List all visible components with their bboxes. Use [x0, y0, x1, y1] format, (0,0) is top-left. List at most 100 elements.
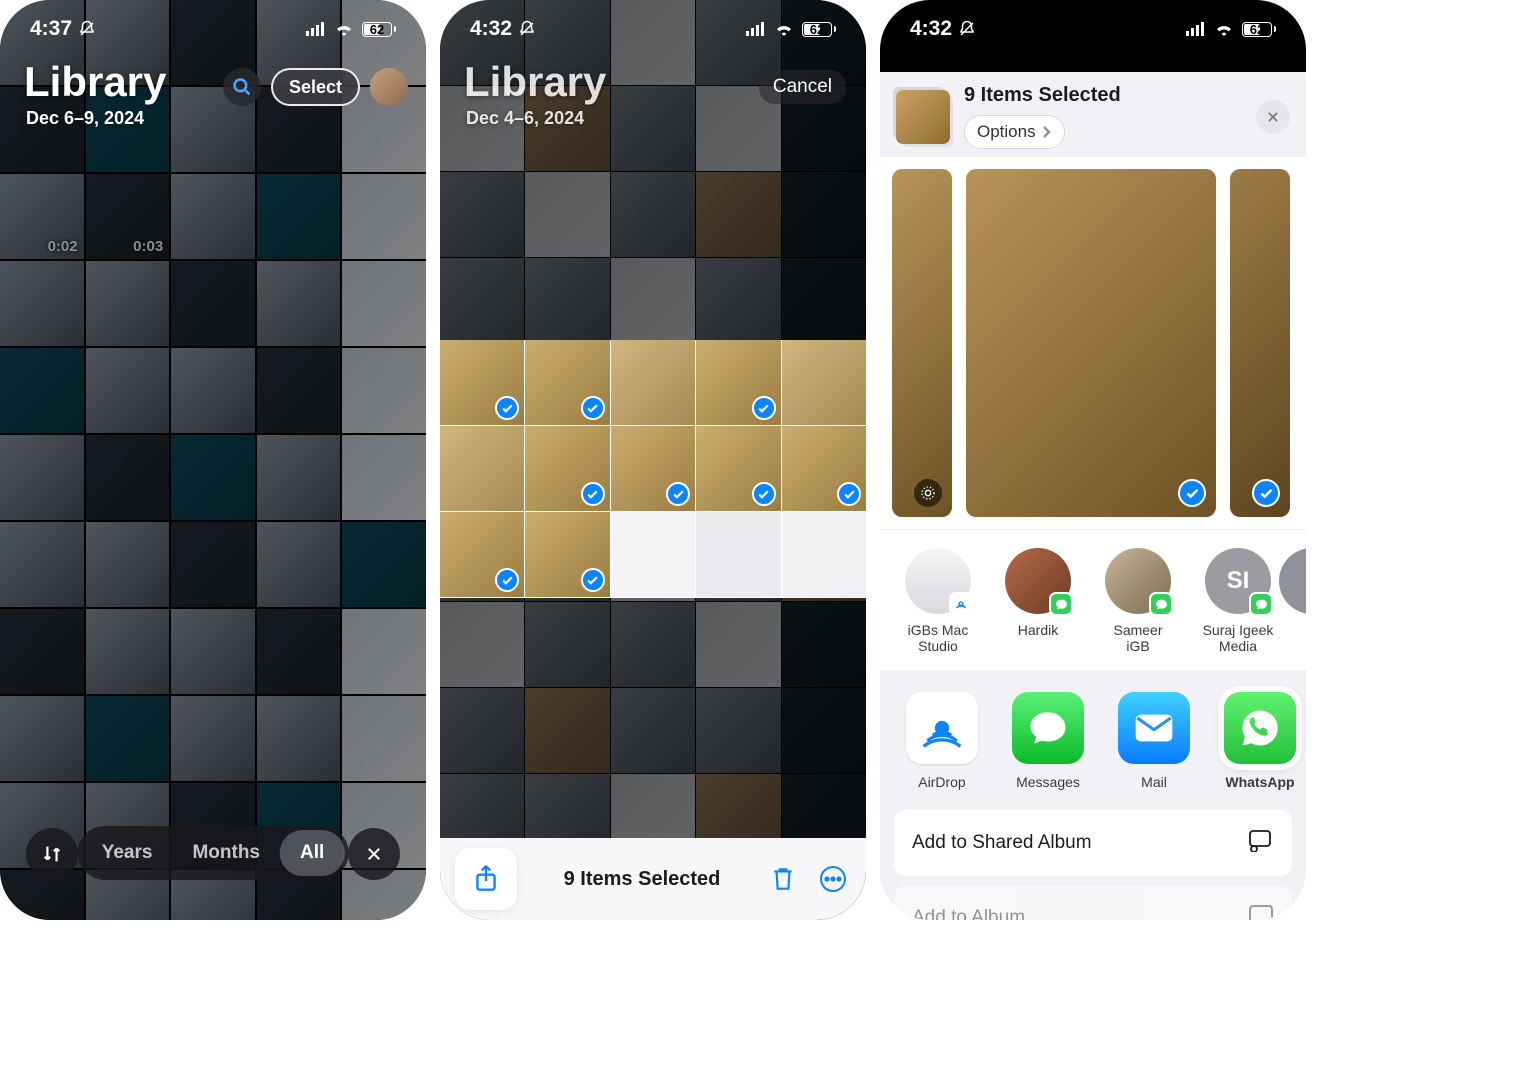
photo-cell[interactable]: [696, 340, 780, 425]
photo-cell[interactable]: [525, 340, 609, 425]
silent-icon: [518, 20, 536, 38]
action-add-album[interactable]: Add to Album: [894, 886, 1292, 920]
contacts-row[interactable]: iGBs Mac Studio Hardik Sameer iGB: [880, 529, 1306, 670]
photo-cell[interactable]: [611, 340, 695, 425]
preview-item[interactable]: [892, 169, 952, 517]
app-label: Mail: [1141, 774, 1167, 790]
status-time: 4:32: [470, 17, 512, 41]
preview-item[interactable]: [966, 169, 1216, 517]
photo-grid[interactable]: 0:02 0:03: [0, 0, 426, 920]
album-icon: [1248, 904, 1274, 920]
screenshot-library-view: 0:02 0:03 4:37 62: [0, 0, 426, 920]
options-button[interactable]: Options: [964, 115, 1065, 149]
wifi-icon: [1214, 22, 1234, 36]
thumbnail-stack: [896, 90, 950, 144]
date-range: Dec 6–9, 2024: [26, 108, 144, 129]
check-icon: [1178, 479, 1206, 507]
contact-label: Sameer iGB: [1113, 622, 1162, 654]
photo-cell[interactable]: [782, 426, 866, 511]
photo-cell[interactable]: [440, 512, 524, 597]
app-label: AirDrop: [918, 774, 965, 790]
more-button[interactable]: [818, 864, 848, 894]
action-list: Add to Shared Album Add to Album: [880, 810, 1306, 920]
check-icon: [495, 396, 519, 420]
check-icon: [581, 396, 605, 420]
photo-cell[interactable]: [611, 512, 695, 597]
chevron-right-icon: [1042, 125, 1052, 139]
mail-icon: [1118, 692, 1190, 764]
share-button[interactable]: [458, 851, 514, 907]
photo-cell[interactable]: [782, 340, 866, 425]
messages-badge-icon: [1249, 592, 1273, 616]
cancel-button[interactable]: Cancel: [759, 70, 846, 104]
photo-cell[interactable]: [440, 340, 524, 425]
photo-cell[interactable]: [525, 512, 609, 597]
app-airdrop[interactable]: AirDrop: [902, 692, 982, 790]
contact-item[interactable]: SI Suraj Igeek Media: [1202, 548, 1274, 654]
messages-icon: [1012, 692, 1084, 764]
cellular-icon: [746, 22, 766, 36]
preview-item[interactable]: [1230, 169, 1290, 517]
sort-button[interactable]: [26, 828, 78, 880]
avatar: [1279, 548, 1306, 614]
preview-row[interactable]: [880, 157, 1306, 529]
seg-years[interactable]: Years: [82, 830, 173, 876]
status-time: 4:32: [910, 17, 952, 41]
view-segmented-control[interactable]: Years Months All: [78, 826, 349, 880]
search-button[interactable]: [223, 68, 261, 106]
battery-icon: 62: [802, 22, 836, 37]
select-button[interactable]: Select: [271, 68, 360, 106]
photo-cell[interactable]: [440, 426, 524, 511]
photo-cell[interactable]: [696, 426, 780, 511]
avatar: SI: [1205, 548, 1271, 614]
shared-album-icon: [1246, 828, 1274, 858]
app-label: WhatsApp: [1225, 774, 1294, 790]
screenshot-selection-view: 4:32 62 Library Dec 4–6, 2024 Cancel: [440, 0, 866, 920]
action-add-shared-album[interactable]: Add to Shared Album: [894, 810, 1292, 876]
close-button[interactable]: [1256, 100, 1290, 134]
check-icon: [581, 482, 605, 506]
photo-cell[interactable]: [696, 512, 780, 597]
status-bar: 4:37 62: [0, 0, 426, 58]
contact-item[interactable]: Hardik: [1002, 548, 1074, 654]
contact-item[interactable]: P: [1302, 548, 1306, 654]
wifi-icon: [774, 22, 794, 36]
battery-icon: 62: [362, 22, 396, 37]
profile-avatar[interactable]: [370, 68, 408, 106]
photo-cell[interactable]: [525, 426, 609, 511]
live-photo-icon: [914, 479, 942, 507]
page-title: Library: [464, 58, 606, 106]
photo-cell[interactable]: [782, 512, 866, 597]
page-title: Library: [24, 58, 166, 106]
check-icon: [752, 482, 776, 506]
status-bar: 4:32 62: [880, 0, 1306, 58]
selection-count: 9 Items Selected: [564, 868, 721, 891]
trash-button[interactable]: [770, 865, 796, 893]
selection-toolbar: 9 Items Selected: [440, 838, 866, 920]
selected-photos-band: [440, 340, 866, 598]
video-duration: 0:02: [48, 238, 78, 255]
messages-badge-icon: [1049, 592, 1073, 616]
photo-cell[interactable]: [611, 426, 695, 511]
seg-all[interactable]: All: [280, 830, 344, 876]
check-icon: [1252, 479, 1280, 507]
app-whatsapp[interactable]: WhatsApp: [1220, 692, 1300, 790]
app-mail[interactable]: Mail: [1114, 692, 1194, 790]
app-messages[interactable]: Messages: [1008, 692, 1088, 790]
wifi-icon: [334, 22, 354, 36]
contact-item[interactable]: Sameer iGB: [1102, 548, 1174, 654]
check-icon: [581, 568, 605, 592]
silent-icon: [78, 20, 96, 38]
check-icon: [666, 482, 690, 506]
status-time: 4:37: [30, 17, 72, 41]
seg-months[interactable]: Months: [172, 830, 280, 876]
close-button[interactable]: [348, 828, 400, 880]
avatar: [1105, 548, 1171, 614]
apps-row[interactable]: AirDrop Messages Mail WhatsApp: [880, 670, 1306, 810]
cellular-icon: [306, 22, 326, 36]
date-range: Dec 4–6, 2024: [466, 108, 584, 129]
app-label: Messages: [1016, 774, 1080, 790]
share-sheet: 9 Items Selected Options: [880, 72, 1306, 920]
contact-item[interactable]: iGBs Mac Studio: [902, 548, 974, 654]
airdrop-icon: [906, 692, 978, 764]
